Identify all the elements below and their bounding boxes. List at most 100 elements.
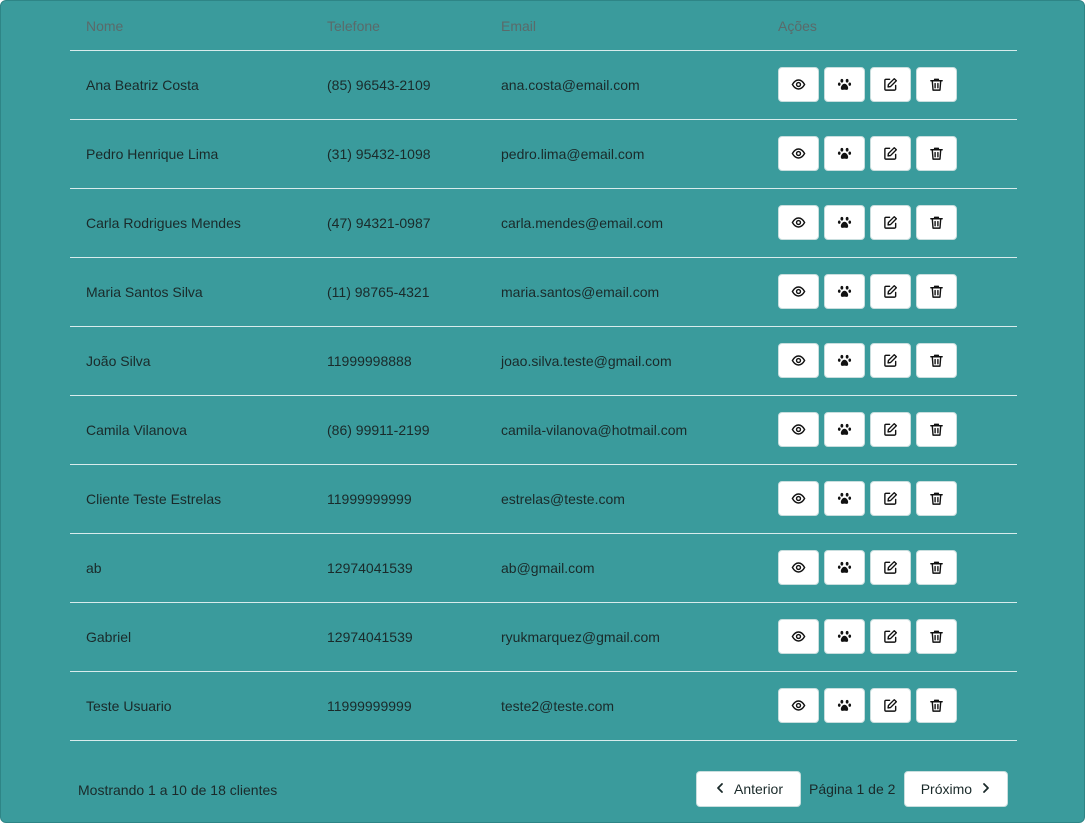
row-actions bbox=[778, 688, 957, 723]
cell-nome: Carla Rodrigues Mendes bbox=[86, 215, 241, 231]
cell-email: ana.costa@email.com bbox=[501, 77, 640, 93]
pets-button[interactable] bbox=[824, 412, 865, 447]
pets-button[interactable] bbox=[824, 67, 865, 102]
table-row: ab 12974041539 ab@gmail.com bbox=[70, 534, 1017, 603]
edit-button[interactable] bbox=[870, 481, 911, 516]
eye-icon bbox=[791, 77, 806, 92]
delete-button[interactable] bbox=[916, 481, 957, 516]
view-button[interactable] bbox=[778, 481, 819, 516]
table-body: Ana Beatriz Costa (85) 96543-2109 ana.cost… bbox=[70, 51, 1017, 741]
cell-email: camila-vilanova@hotmail.com bbox=[501, 422, 688, 438]
edit-icon bbox=[883, 215, 898, 230]
cell-telefone: 12974041539 bbox=[327, 560, 413, 576]
row-actions bbox=[778, 412, 957, 447]
cell-email: ryukmarquez@gmail.com bbox=[501, 629, 660, 645]
previous-page-label: Anterior bbox=[733, 781, 784, 797]
table-row: Camila Vilanova (86) 99911-2199 camila-vil… bbox=[70, 396, 1017, 465]
delete-button[interactable] bbox=[916, 688, 957, 723]
pets-button[interactable] bbox=[824, 205, 865, 240]
paw-icon bbox=[837, 353, 852, 368]
paw-icon bbox=[837, 491, 852, 506]
paw-icon bbox=[837, 146, 852, 161]
edit-icon bbox=[883, 698, 898, 713]
row-actions bbox=[778, 136, 957, 171]
cell-email: carla.mendes@email.com bbox=[501, 215, 664, 231]
paw-icon bbox=[837, 77, 852, 92]
row-actions bbox=[778, 67, 957, 102]
edit-icon bbox=[883, 284, 898, 299]
paw-icon bbox=[837, 422, 852, 437]
table-row: Maria Santos Silva (11) 98765-4321 maria.s… bbox=[70, 258, 1017, 327]
clients-panel: Nome Telefone Email Ações Ana Beatriz Co… bbox=[0, 0, 1085, 823]
cell-nome: Camila Vilanova bbox=[86, 422, 187, 438]
delete-button[interactable] bbox=[916, 550, 957, 585]
edit-icon bbox=[883, 629, 898, 644]
table-row: Ana Beatriz Costa (85) 96543-2109 ana.cost… bbox=[70, 51, 1017, 120]
eye-icon bbox=[791, 629, 806, 644]
view-button[interactable] bbox=[778, 688, 819, 723]
edit-button[interactable] bbox=[870, 619, 911, 654]
trash-icon bbox=[929, 560, 944, 575]
edit-button[interactable] bbox=[870, 67, 911, 102]
next-page-button[interactable]: Próximo bbox=[904, 771, 1009, 807]
delete-button[interactable] bbox=[916, 136, 957, 171]
edit-button[interactable] bbox=[870, 412, 911, 447]
trash-icon bbox=[929, 77, 944, 92]
row-actions bbox=[778, 274, 957, 309]
table-row: Carla Rodrigues Mendes (47) 94321-0987 car… bbox=[70, 189, 1017, 258]
pets-button[interactable] bbox=[824, 343, 865, 378]
trash-icon bbox=[929, 491, 944, 506]
edit-icon bbox=[883, 353, 898, 368]
eye-icon bbox=[791, 422, 806, 437]
cell-email: teste2@teste.com bbox=[501, 698, 615, 714]
view-button[interactable] bbox=[778, 136, 819, 171]
cell-nome: Ana Beatriz Costa bbox=[86, 77, 199, 93]
pets-button[interactable] bbox=[824, 481, 865, 516]
view-button[interactable] bbox=[778, 67, 819, 102]
cell-email: maria.santos@email.com bbox=[501, 284, 660, 300]
edit-icon bbox=[883, 491, 898, 506]
edit-button[interactable] bbox=[870, 688, 911, 723]
delete-button[interactable] bbox=[916, 412, 957, 447]
edit-button[interactable] bbox=[870, 136, 911, 171]
cell-nome: Maria Santos Silva bbox=[86, 284, 203, 300]
view-button[interactable] bbox=[778, 205, 819, 240]
delete-button[interactable] bbox=[916, 205, 957, 240]
row-actions bbox=[778, 550, 957, 585]
trash-icon bbox=[929, 353, 944, 368]
pets-button[interactable] bbox=[824, 274, 865, 309]
header-email: Email bbox=[501, 18, 537, 34]
edit-button[interactable] bbox=[870, 274, 911, 309]
view-button[interactable] bbox=[778, 343, 819, 378]
table-row: João Silva 11999998888 joao.silva.teste@gm… bbox=[70, 327, 1017, 396]
cell-nome: Gabriel bbox=[86, 629, 132, 645]
paw-icon bbox=[837, 698, 852, 713]
delete-button[interactable] bbox=[916, 67, 957, 102]
pets-button[interactable] bbox=[824, 550, 865, 585]
edit-icon bbox=[883, 422, 898, 437]
cell-email: estrelas@teste.com bbox=[501, 491, 625, 507]
delete-button[interactable] bbox=[916, 274, 957, 309]
cell-telefone: 11999999999 bbox=[327, 698, 412, 714]
delete-button[interactable] bbox=[916, 343, 957, 378]
view-button[interactable] bbox=[778, 274, 819, 309]
pets-button[interactable] bbox=[824, 619, 865, 654]
pets-button[interactable] bbox=[824, 688, 865, 723]
paw-icon bbox=[837, 560, 852, 575]
row-actions bbox=[778, 619, 957, 654]
eye-icon bbox=[791, 353, 806, 368]
cell-email: pedro.lima@email.com bbox=[501, 146, 645, 162]
edit-button[interactable] bbox=[870, 205, 911, 240]
delete-button[interactable] bbox=[916, 619, 957, 654]
page-indicator: Página 1 de 2 bbox=[809, 781, 896, 797]
view-button[interactable] bbox=[778, 550, 819, 585]
edit-icon bbox=[883, 146, 898, 161]
view-button[interactable] bbox=[778, 412, 819, 447]
pets-button[interactable] bbox=[824, 136, 865, 171]
edit-button[interactable] bbox=[870, 550, 911, 585]
cell-nome: ab bbox=[86, 560, 102, 576]
edit-button[interactable] bbox=[870, 343, 911, 378]
previous-page-button[interactable]: Anterior bbox=[696, 771, 801, 807]
view-button[interactable] bbox=[778, 619, 819, 654]
eye-icon bbox=[791, 560, 806, 575]
